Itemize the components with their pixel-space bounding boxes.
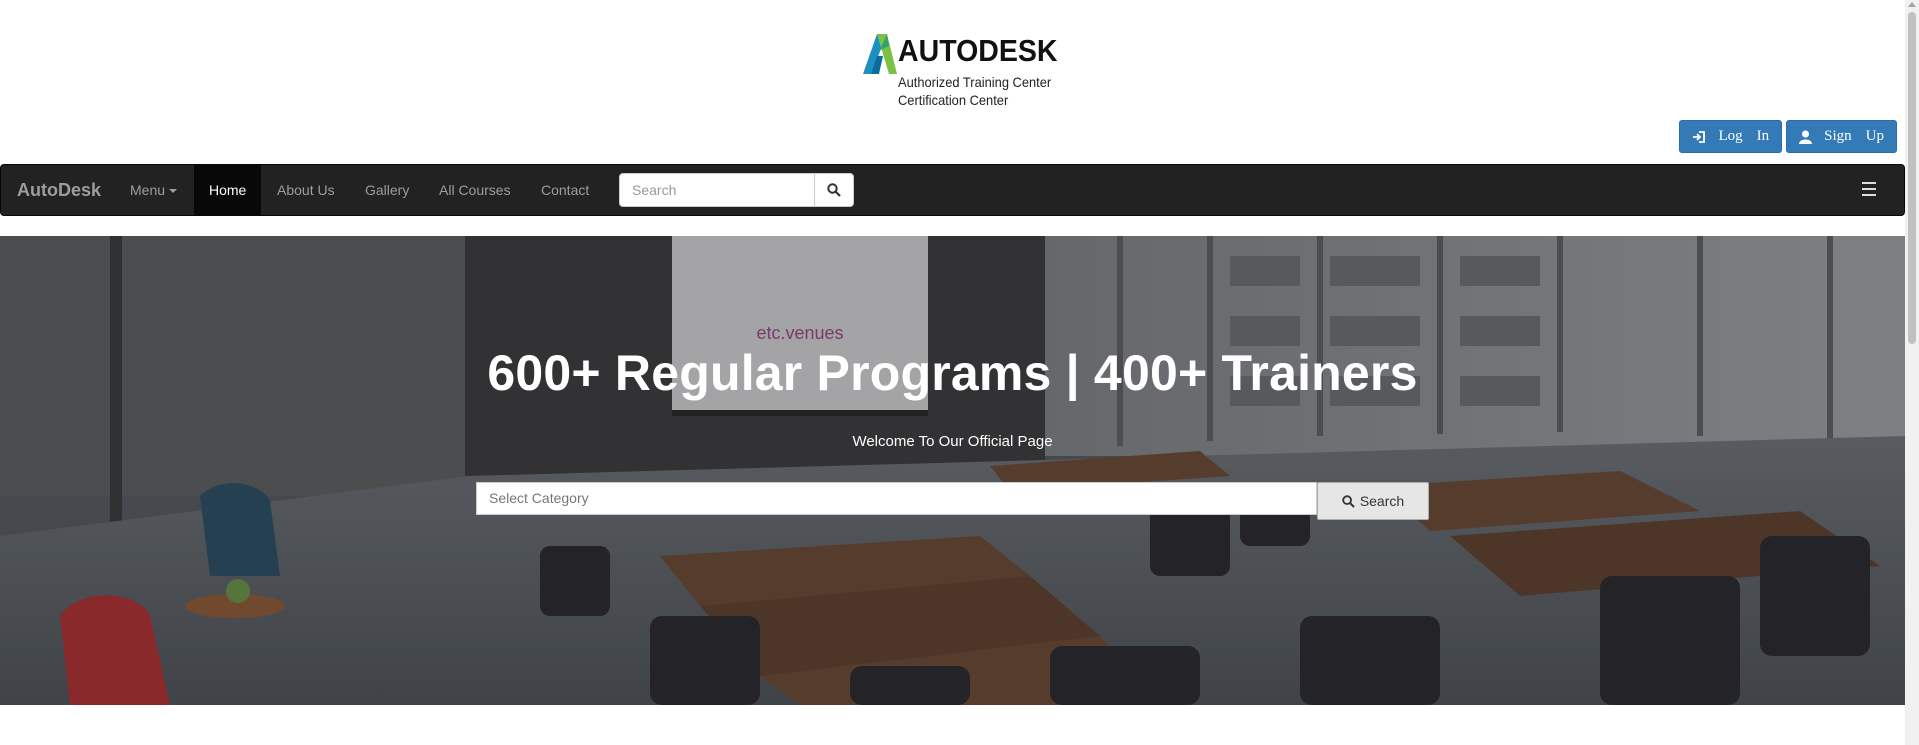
signup-button[interactable]: Sign Up (1786, 120, 1897, 153)
nav-item-menu[interactable]: Menu (115, 165, 192, 215)
autodesk-logo[interactable]: AUTODESK Authorized Training Center Cert… (863, 32, 1058, 110)
page-scrollbar[interactable] (1905, 0, 1919, 745)
signup-label-1: Sign (1824, 128, 1852, 144)
search-icon (827, 183, 841, 197)
nav-item-gallery[interactable]: Gallery (350, 165, 424, 215)
nav-item-contact[interactable]: Contact (526, 165, 604, 215)
login-label-2: In (1756, 128, 1770, 144)
hero-subtitle: Welcome To Our Official Page (852, 433, 1053, 450)
auth-buttons: Log In Sign Up (1679, 120, 1897, 153)
hero-title: 600+ Regular Programs | 400+ Trainers (487, 345, 1418, 401)
logo-tagline-1: Authorized Training Center (898, 74, 1052, 90)
logo-wordmark: AUTODESK (898, 33, 1058, 68)
category-search-label: Search (1359, 493, 1405, 509)
user-icon (1799, 130, 1813, 144)
hero-banner: etc.venues 600+ Regular Programs | 400+ … (0, 236, 1905, 705)
scroll-up-arrow-icon[interactable] (1908, 2, 1916, 7)
main-navbar: AutoDesk Menu Home About Us Gallery All … (0, 164, 1905, 216)
search-icon (1342, 494, 1355, 508)
autodesk-a-logo-icon (863, 34, 897, 74)
caret-down-icon (169, 189, 178, 194)
signup-label-2: Up (1865, 128, 1884, 144)
nav-item-about-us[interactable]: About Us (262, 165, 350, 215)
logo-tagline-2: Certification Center (898, 92, 1009, 108)
scrollbar-thumb[interactable] (1908, 12, 1916, 344)
login-button[interactable]: Log In (1679, 120, 1783, 153)
navbar-search-button[interactable] (814, 173, 854, 207)
login-label-1: Log (1718, 128, 1743, 144)
page: AUTODESK Authorized Training Center Cert… (0, 0, 1905, 745)
projector-screen-text: etc.venues (756, 323, 843, 343)
navbar-brand[interactable]: AutoDesk (17, 180, 101, 201)
login-icon (1692, 130, 1706, 144)
hamburger-menu-icon[interactable] (1862, 182, 1876, 196)
category-search-button[interactable]: Search (1317, 482, 1429, 520)
category-select[interactable]: Select Category (476, 482, 1317, 515)
nav-item-home[interactable]: Home (194, 165, 262, 215)
hero-background-image: etc.venues (0, 236, 1905, 705)
navbar-search-input[interactable]: Search (619, 173, 815, 207)
nav-item-all-courses[interactable]: All Courses (424, 165, 526, 215)
nav-menu-label: Menu (130, 182, 166, 198)
